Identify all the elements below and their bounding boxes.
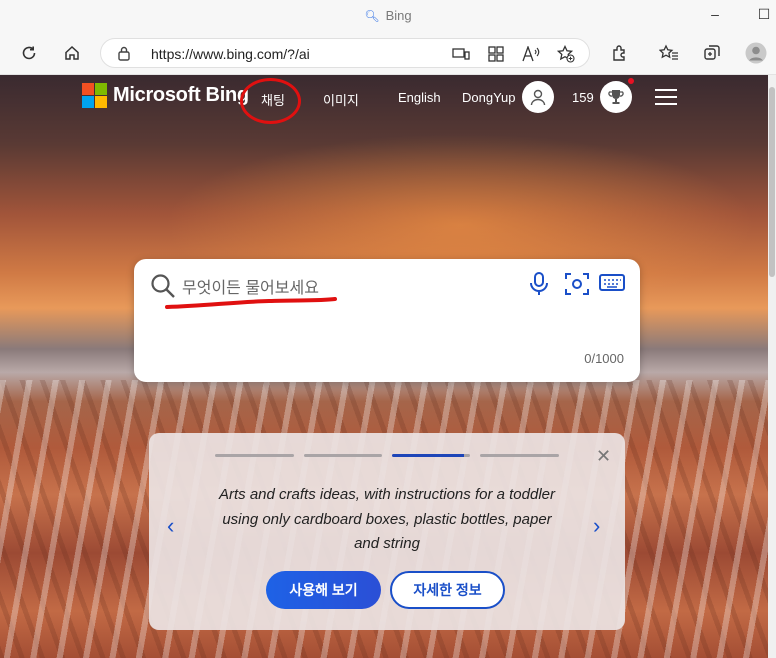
page-scrollbar[interactable] [768,75,776,658]
avatar[interactable] [522,81,554,113]
nav-language[interactable]: English [398,90,441,105]
address-bar[interactable]: https://www.bing.com/?/ai [100,38,590,68]
bing-logo[interactable]: Microsoft Bing [82,83,249,108]
keyboard-icon[interactable] [599,273,625,293]
carousel-indicator-3-active[interactable] [392,454,470,457]
underline-annotation [165,297,337,309]
apps-icon [488,46,504,62]
immersive-reader-icon [452,48,470,60]
chat-search-box[interactable]: 무엇이든 물어보세요 0/1000 [134,259,640,382]
immersive-reader-button[interactable] [451,44,471,64]
menu-icon[interactable] [655,89,677,110]
refresh-icon [22,46,36,60]
search-icon: 🔍︎ [364,9,380,23]
title-bar: 🔍︎ Bing – ☐ [0,0,776,32]
read-aloud-icon [522,46,540,62]
rewards-button[interactable] [600,81,632,113]
window-title: 🔍︎ Bing [0,8,776,23]
mic-icon[interactable] [528,271,550,297]
user-name[interactable]: DongYup [462,90,516,105]
rewards-points[interactable]: 159 [572,90,594,105]
microsoft-logo-icon [82,83,107,108]
carousel-indicator-1[interactable] [215,454,294,457]
suggestion-card: ✕ ‹ › Arts and crafts ideas, with instru… [149,433,625,630]
notification-dot [628,78,634,84]
chevron-left-icon[interactable]: ‹ [167,513,174,539]
rewards-trophy-icon [608,90,624,104]
brand-name: Microsoft Bing [113,84,249,106]
collections-button[interactable] [698,39,726,67]
bing-page: Microsoft Bing 채팅 이미지 English DongYup 15… [0,75,776,658]
minimize-button[interactable]: – [703,6,727,26]
extensions-icon [613,45,625,61]
visual-search-icon[interactable] [564,271,590,297]
user-icon [530,89,546,106]
try-button[interactable]: 사용해 보기 [266,571,381,609]
learn-more-button[interactable]: 자세한 정보 [390,571,505,609]
lock-icon [118,46,130,61]
profile-button[interactable] [742,39,770,67]
chat-highlight-annotation [240,78,301,124]
nav-images[interactable]: 이미지 [323,90,359,109]
url-text[interactable]: https://www.bing.com/?/ai [151,46,310,62]
maximize-button[interactable]: ☐ [752,6,776,26]
home-icon [65,45,79,60]
apps-button[interactable] [486,44,506,64]
char-count: 0/1000 [584,351,624,366]
collections-icon [704,45,720,60]
close-icon[interactable]: ✕ [596,446,611,467]
profile-icon [745,42,767,64]
scrollbar-thumb[interactable] [769,87,775,277]
extensions-button[interactable] [606,39,634,67]
favorite-add-icon [557,45,575,63]
window-title-text: Bing [385,8,412,23]
carousel-indicator-4[interactable] [480,454,559,457]
refresh-button[interactable] [15,39,43,67]
read-aloud-button[interactable] [521,44,541,64]
add-favorite-button[interactable] [556,44,576,64]
favorites-button[interactable] [655,39,683,67]
favorites-icon [659,44,678,60]
chevron-right-icon[interactable]: › [593,513,600,539]
suggestion-text: Arts and crafts ideas, with instructions… [219,486,555,552]
carousel-indicator-2[interactable] [304,454,382,457]
browser-toolbar: https://www.bing.com/?/ai [0,32,776,75]
home-button[interactable] [58,39,86,67]
